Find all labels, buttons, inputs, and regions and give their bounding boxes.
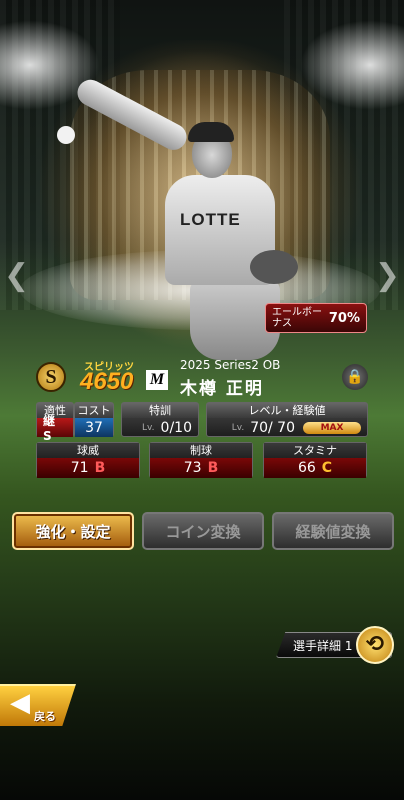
control-grade: B [207, 460, 219, 476]
back-label: 戻る [34, 710, 56, 723]
power-value: 71 [70, 460, 89, 476]
rank-badge: S [36, 362, 66, 392]
player-detail-label: 選手詳細 1 [293, 638, 353, 653]
cost-label: コスト [75, 403, 113, 418]
level-stat: レベル・経験値 Lv. 70/ 70 MAX [206, 402, 368, 437]
chevron-right-icon[interactable]: ❯ [375, 258, 400, 293]
stamina-value: 66 [297, 460, 316, 476]
player-glove [250, 250, 298, 284]
coin-convert-button[interactable]: コイン変換 [142, 512, 264, 550]
jersey-text: LOTTE [180, 210, 241, 229]
stamina-stat: スタミナ 66 C [263, 442, 367, 478]
cost-stat: コスト 37 [74, 402, 114, 437]
team-logo: M [146, 370, 168, 390]
training-lv-label: Lv. [142, 422, 155, 433]
level-value: 70/ 70 [250, 419, 295, 436]
swap-icon[interactable]: ⟲ [356, 626, 394, 664]
training-value: 0/10 [160, 419, 192, 436]
power-label: 球威 [37, 443, 139, 458]
training-label: 特訓 [122, 403, 198, 418]
cost-value: 37 [75, 418, 113, 437]
series-label: 2025 Series2 OB [180, 358, 281, 372]
aptitude-stat: 適性 継 S [36, 402, 74, 443]
back-arrow-icon: ◀ [10, 688, 30, 718]
chevron-left-icon[interactable]: ❮ [4, 258, 29, 293]
level-label: レベル・経験値 [207, 403, 367, 418]
enhance-settings-button[interactable]: 強化・設定 [12, 512, 134, 550]
control-value: 73 [183, 460, 202, 476]
exp-convert-button[interactable]: 経験値変換 [272, 512, 394, 550]
control-label: 制球 [150, 443, 252, 458]
exp-max-bar: MAX [303, 421, 361, 434]
player-cap [188, 122, 234, 142]
yell-bonus-badge: エールボーナス 70% [265, 303, 367, 333]
yell-bonus-label: エールボーナス [272, 307, 322, 329]
level-lv-label: Lv. [231, 422, 245, 433]
yell-bonus-value: 70% [328, 310, 360, 326]
control-stat: 制球 73 B [149, 442, 253, 478]
power-grade: B [94, 460, 106, 476]
training-stat: 特訓 Lv. 0/10 [121, 402, 199, 437]
player-name: 木樽 正明 [180, 379, 264, 399]
baseball [57, 126, 75, 144]
power-stat: 球威 71 B [36, 442, 140, 478]
stamina-grade: C [321, 460, 333, 476]
stamina-label: スタミナ [264, 443, 366, 458]
aptitude-value: 継 S [37, 414, 73, 443]
spirits-value: 4650 [80, 368, 134, 395]
lock-icon[interactable]: 🔒 [342, 364, 368, 390]
